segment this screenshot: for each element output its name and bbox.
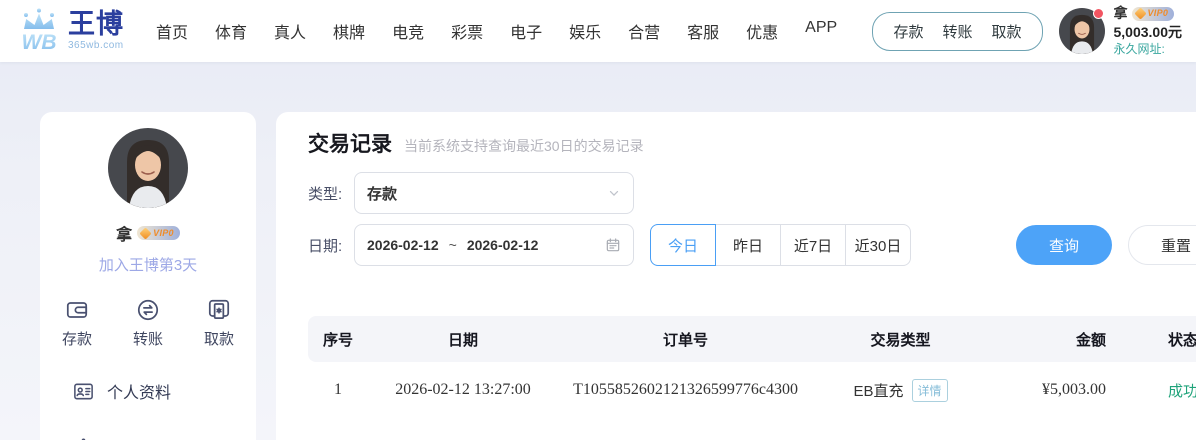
username: 拿 xyxy=(1114,5,1128,23)
date-label: 日期: xyxy=(308,235,354,256)
type-filter-row: 类型: 存款 xyxy=(308,172,1196,214)
date-from: 2026-02-12 xyxy=(367,237,439,253)
cell-date: 2026-02-12 13:27:00 xyxy=(368,381,558,399)
sidebar-quick-actions: 存款 转账 取款 xyxy=(40,297,256,349)
page: WB 王博 365wb.com 首页 体育 真人 棋牌 电竞 彩票 电子 娱乐 … xyxy=(0,0,1196,440)
vip-badge: VIP0 xyxy=(1132,7,1175,21)
nav-live[interactable]: 真人 xyxy=(274,19,306,43)
table-header: 序号 日期 订单号 交易类型 金额 状态 xyxy=(308,316,1196,362)
page-subtitle: 当前系统支持查询最近30日的交易记录 xyxy=(404,136,644,156)
transactions-table: 序号 日期 订单号 交易类型 金额 状态 1 2026-02-12 13:27:… xyxy=(308,316,1196,418)
deposit-link[interactable]: 存款 xyxy=(893,21,923,42)
user-info[interactable]: 拿 VIP0 5,003.00元 永久网址: xyxy=(1114,5,1183,57)
nav-sports[interactable]: 体育 xyxy=(215,19,247,43)
cell-index: 1 xyxy=(308,381,368,399)
transfer-icon xyxy=(135,297,161,323)
brand-logo[interactable]: WB 王博 365wb.com xyxy=(16,7,124,55)
calendar-icon xyxy=(605,237,621,253)
wallet-quick-actions: 存款 转账 取款 xyxy=(872,12,1042,51)
profile-avatar xyxy=(108,128,188,208)
brand-name: 王博 xyxy=(68,11,124,38)
cell-status: 成功 xyxy=(1128,380,1196,401)
reset-button[interactable]: 重置 xyxy=(1128,225,1196,265)
sidebar-item-profile[interactable]: 个人资料 xyxy=(72,379,256,403)
col-type: 交易类型 xyxy=(813,329,988,350)
transaction-records-panel: 交易记录 当前系统支持查询最近30日的交易记录 类型: 存款 日期: 2026-… xyxy=(276,112,1196,440)
cell-amount: ¥5,003.00 xyxy=(988,381,1128,399)
nav-service[interactable]: 客服 xyxy=(687,19,719,43)
cell-type: EB直充 详情 xyxy=(813,379,988,402)
nav-partnership[interactable]: 合营 xyxy=(628,19,660,43)
sidebar-item-vip[interactable]: VIP特权 xyxy=(72,435,256,440)
date-separator: ~ xyxy=(449,237,457,253)
main-nav: 首页 体育 真人 棋牌 电竞 彩票 电子 娱乐 合营 客服 优惠 APP xyxy=(156,19,837,43)
col-date: 日期 xyxy=(368,329,558,350)
chevron-down-icon xyxy=(607,186,621,200)
page-title: 交易记录 xyxy=(308,128,392,158)
sidebar-deposit[interactable]: 存款 xyxy=(62,297,92,349)
id-card-icon xyxy=(72,380,95,403)
search-button[interactable]: 查询 xyxy=(1016,225,1112,265)
svg-text:WB: WB xyxy=(22,31,57,54)
date-range-input[interactable]: 2026-02-12 ~ 2026-02-12 xyxy=(354,224,634,266)
crown-icon xyxy=(72,436,95,440)
type-label: 类型: xyxy=(308,183,354,204)
nav-chess[interactable]: 棋牌 xyxy=(333,19,365,43)
withdraw-link[interactable]: 取款 xyxy=(991,21,1021,42)
vip-badge: VIP0 xyxy=(137,226,180,240)
date-quick-ranges: 今日 昨日 近7日 近30日 xyxy=(650,224,911,266)
sidebar-menu: 个人资料 VIP特权 xyxy=(40,379,256,440)
col-amount: 金额 xyxy=(988,329,1128,350)
vip-diamond-icon xyxy=(140,227,152,239)
col-index: 序号 xyxy=(308,329,368,350)
withdraw-icon xyxy=(206,297,232,323)
header-right: 存款 转账 取款 拿 xyxy=(872,5,1182,57)
crown-wb-logo-icon: WB xyxy=(16,7,62,55)
detail-link[interactable]: 详情 xyxy=(912,379,948,402)
join-days-text: 加入王博第3天 xyxy=(40,254,256,275)
table-row: 1 2026-02-12 13:27:00 T10558526021213265… xyxy=(308,362,1196,418)
permanent-url-label: 永久网址: xyxy=(1114,42,1183,57)
notification-dot xyxy=(1093,8,1104,19)
logo-text: 王博 365wb.com xyxy=(68,11,124,51)
transfer-link[interactable]: 转账 xyxy=(942,21,972,42)
brand-domain: 365wb.com xyxy=(68,41,124,51)
nav-app[interactable]: APP xyxy=(805,19,837,43)
top-header: WB 王博 365wb.com 首页 体育 真人 棋牌 电竞 彩票 电子 娱乐 … xyxy=(0,0,1196,62)
nav-home[interactable]: 首页 xyxy=(156,19,188,43)
balance: 5,003.00元 xyxy=(1114,24,1183,42)
range-7days-button[interactable]: 近7日 xyxy=(780,224,846,266)
range-today-button[interactable]: 今日 xyxy=(650,224,716,266)
nav-entertainment[interactable]: 娱乐 xyxy=(569,19,601,43)
col-status: 状态 xyxy=(1128,329,1196,350)
date-filter-row: 日期: 2026-02-12 ~ 2026-02-12 今日 昨日 近7日 近3… xyxy=(308,224,1196,266)
vip-diamond-icon xyxy=(1134,8,1146,20)
wallet-icon xyxy=(64,297,90,323)
sidebar-transfer[interactable]: 转账 xyxy=(133,297,163,349)
nav-promo[interactable]: 优惠 xyxy=(746,19,778,43)
nav-slots[interactable]: 电子 xyxy=(510,19,542,43)
profile-sidebar: 拿 VIP0 加入王博第3天 存款 转账 xyxy=(40,112,256,440)
transaction-type: EB直充 xyxy=(853,380,903,401)
cell-order-no: T1055852602121326599776c4300 xyxy=(558,381,813,399)
col-order-no: 订单号 xyxy=(558,329,813,350)
profile-username: 拿 xyxy=(116,221,132,245)
range-yesterday-button[interactable]: 昨日 xyxy=(715,224,781,266)
nav-esports[interactable]: 电竞 xyxy=(392,19,424,43)
type-select[interactable]: 存款 xyxy=(354,172,634,214)
header-avatar[interactable] xyxy=(1059,8,1105,54)
nav-lottery[interactable]: 彩票 xyxy=(451,19,483,43)
date-to: 2026-02-12 xyxy=(467,237,539,253)
range-30days-button[interactable]: 近30日 xyxy=(845,224,911,266)
sidebar-withdraw[interactable]: 取款 xyxy=(204,297,234,349)
